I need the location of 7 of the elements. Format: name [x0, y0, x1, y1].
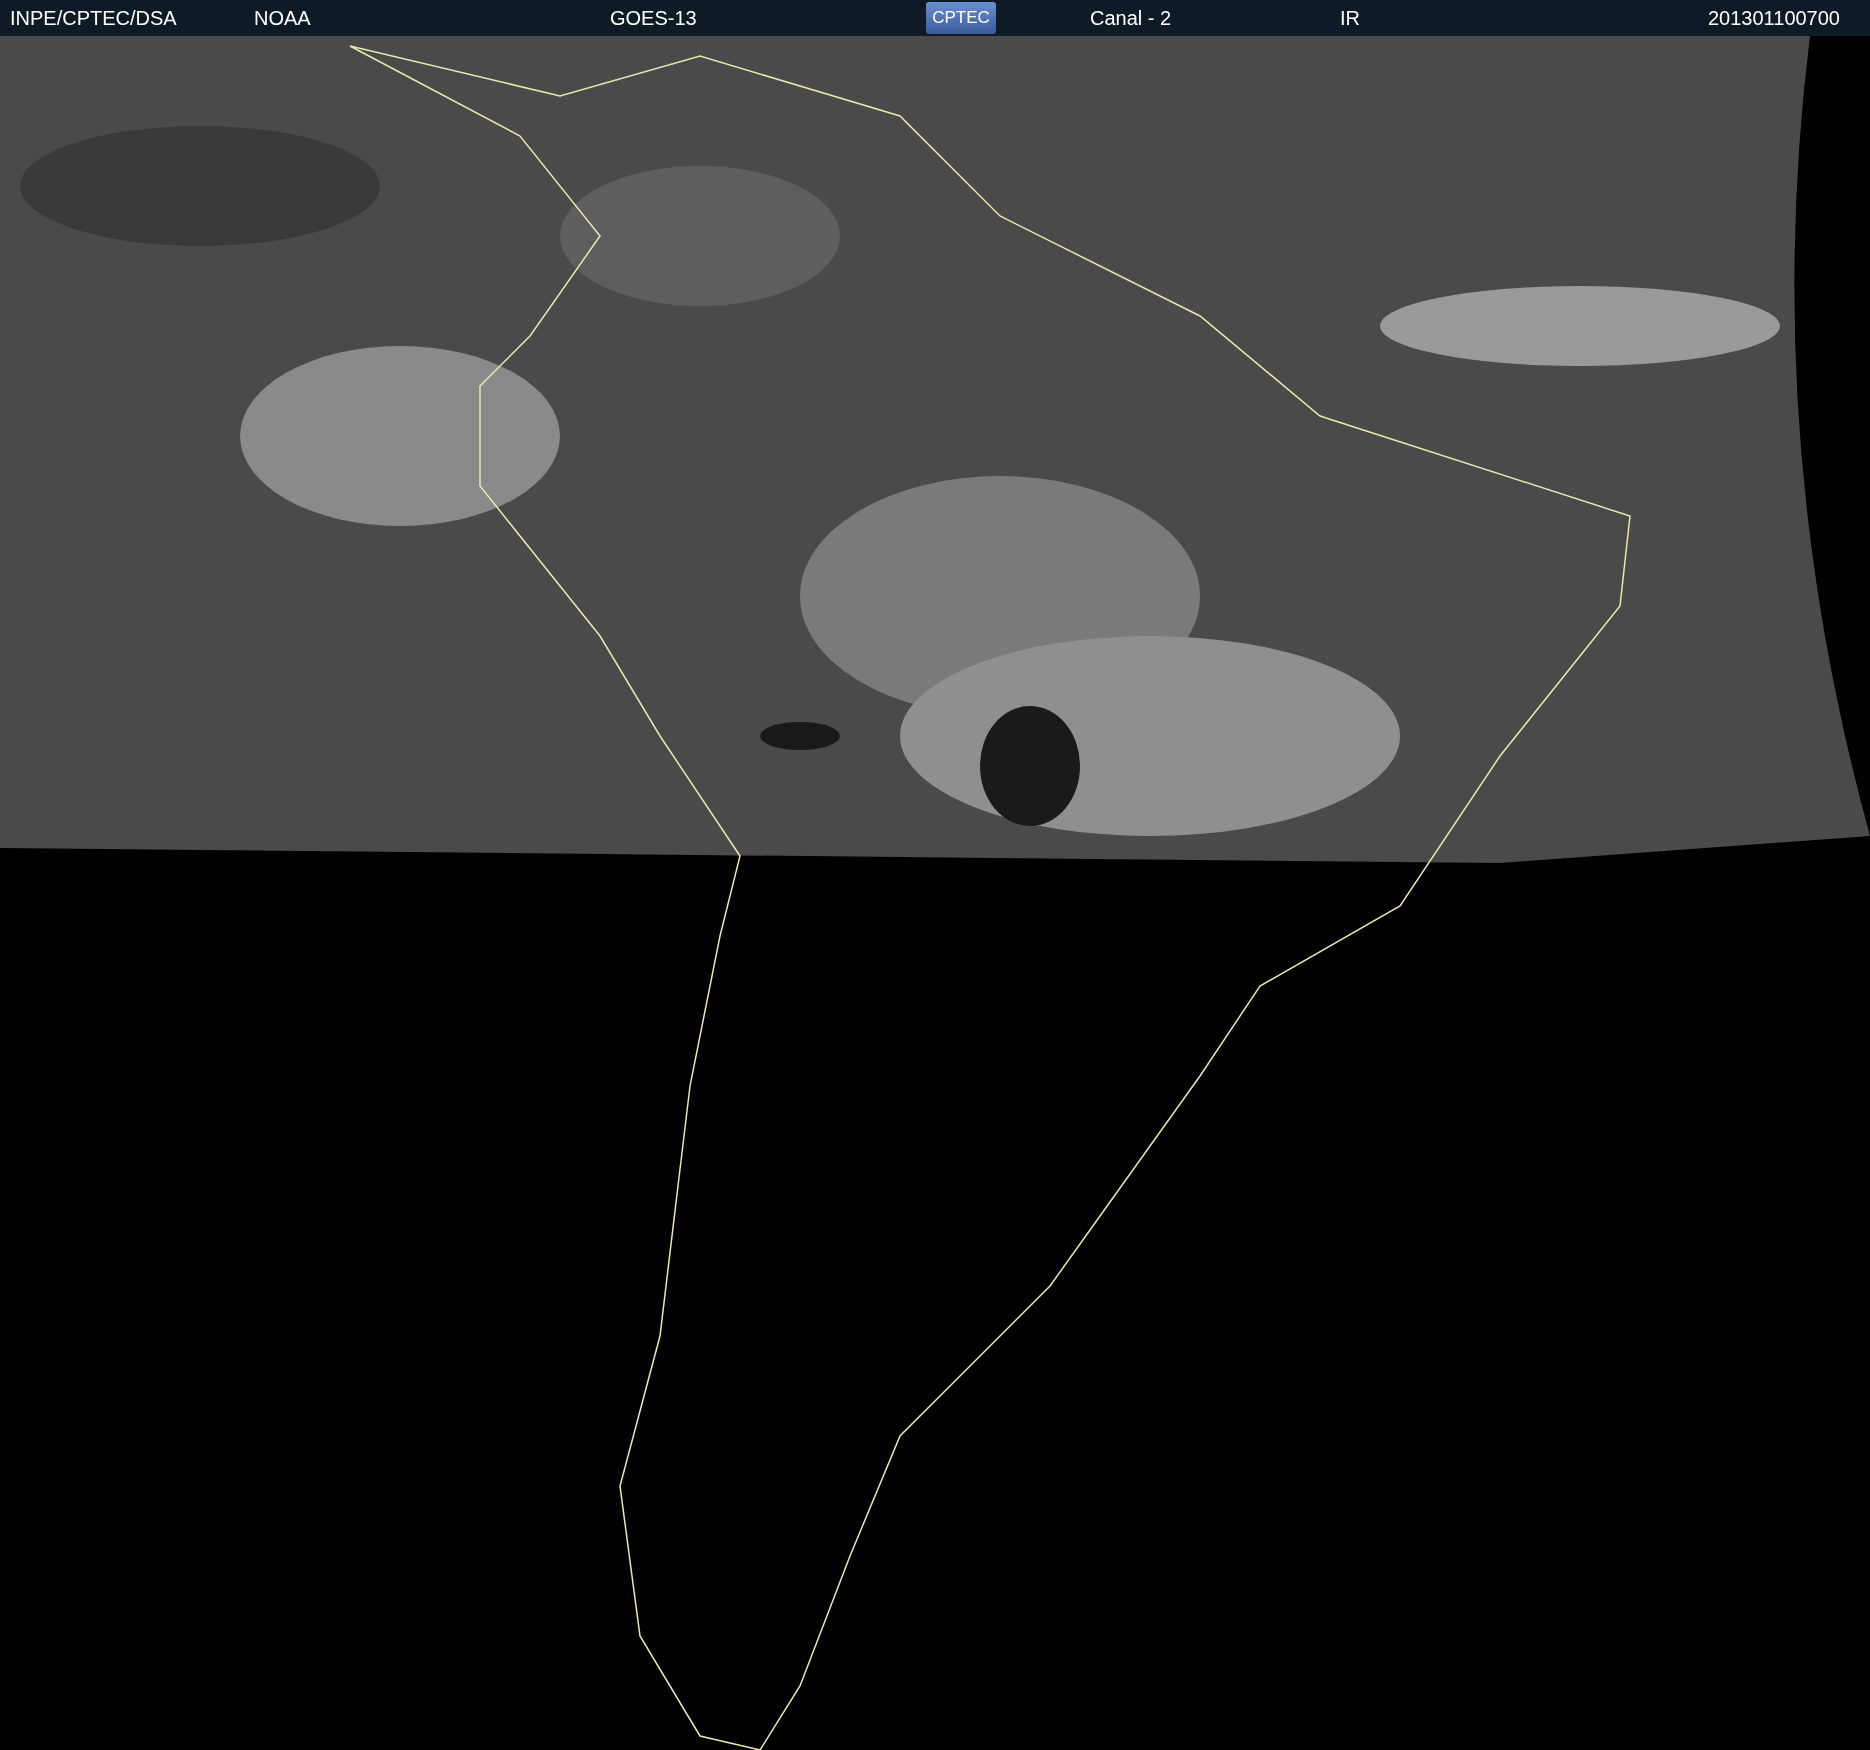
- satellite-label: GOES-13: [610, 6, 697, 30]
- agency-label: NOAA: [254, 6, 311, 30]
- logo: CPTEC: [926, 2, 996, 34]
- channel-label: Canal - 2: [1090, 6, 1172, 30]
- timestamp-label: 201301100700: [1708, 6, 1840, 30]
- band-label: IR: [1340, 6, 1360, 30]
- source-label: INPE/CPTEC/DSA: [10, 6, 177, 30]
